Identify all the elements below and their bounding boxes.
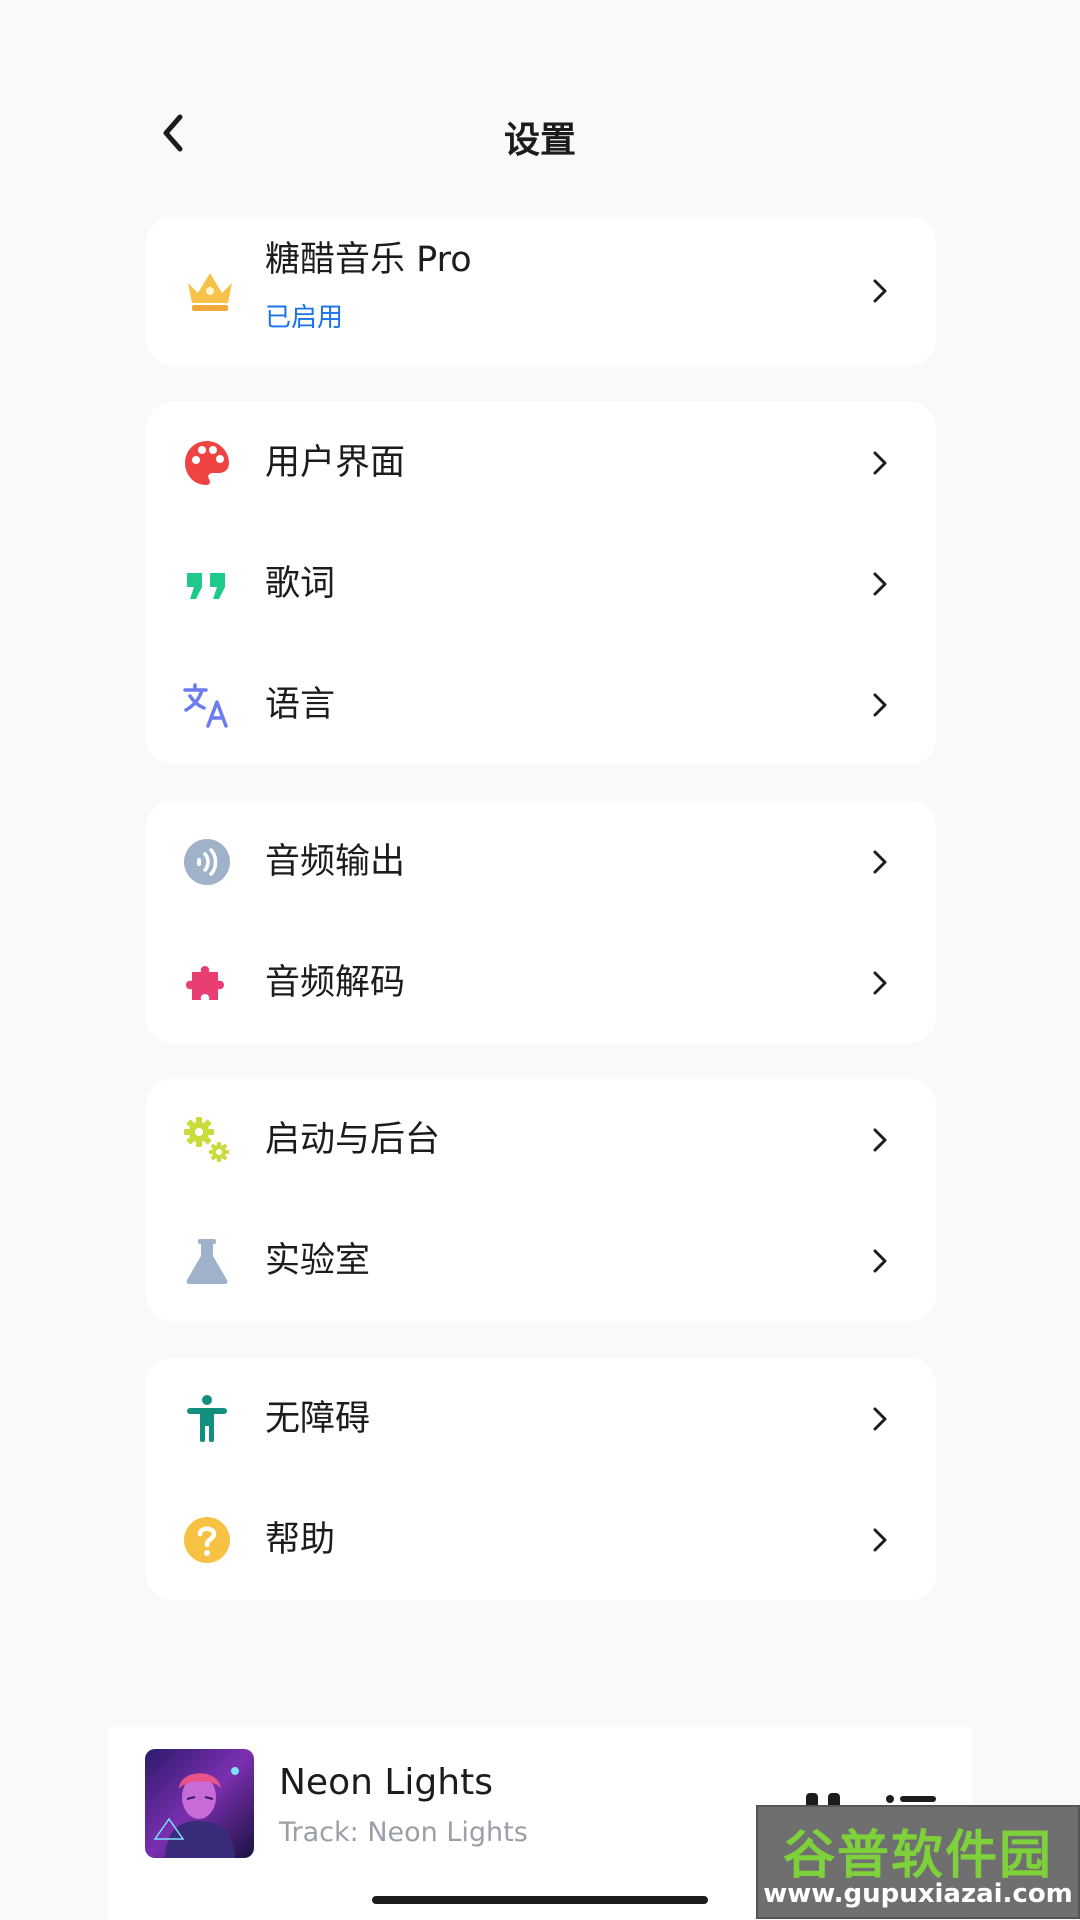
row-label: 歌词 [265, 564, 336, 604]
home-indicator[interactable] [372, 1896, 708, 1904]
chevron-right-icon [869, 449, 891, 477]
chevron-right-icon [869, 969, 891, 997]
row-help[interactable]: 帮助 [146, 1479, 936, 1599]
settings-group-system: 启动与后台 实验室 [146, 1079, 936, 1321]
chevron-right-icon [869, 1247, 891, 1275]
settings-group-audio: 音频输出 音频解码 [146, 801, 936, 1043]
gears-icon [182, 1115, 232, 1165]
settings-group-ui: 用户界面 歌词 语言 [146, 402, 936, 764]
row-audio-decoding[interactable]: 音频解码 [146, 922, 936, 1042]
track-subtitle: Track: Neon Lights [279, 1817, 528, 1848]
row-audio-output[interactable]: 音频输出 [146, 801, 936, 921]
pro-card: 糖醋音乐 Pro 已启用 [146, 217, 936, 365]
row-language[interactable]: 语言 [146, 644, 936, 764]
row-lab[interactable]: 实验室 [146, 1200, 936, 1320]
row-accessibility[interactable]: 无障碍 [146, 1358, 936, 1478]
chevron-right-icon [869, 848, 891, 876]
row-lyrics[interactable]: 歌词 [146, 523, 936, 643]
chevron-right-icon [869, 277, 891, 305]
flask-icon [182, 1236, 232, 1286]
pro-label: 糖醋音乐 Pro [265, 240, 472, 280]
watermark-main: 谷普软件园 [782, 1826, 1053, 1886]
chevron-right-icon [869, 1526, 891, 1554]
track-title: Neon Lights [279, 1762, 493, 1803]
settings-group-support: 无障碍 帮助 [146, 1358, 936, 1600]
header: 设置 [0, 85, 1080, 185]
quote-icon [182, 559, 232, 609]
chevron-right-icon [869, 691, 891, 719]
help-icon [182, 1515, 232, 1565]
palette-icon [182, 438, 232, 488]
crown-icon [182, 263, 238, 319]
row-label: 音频解码 [265, 963, 406, 1003]
pro-row[interactable]: 糖醋音乐 Pro 已启用 [146, 217, 936, 365]
row-label: 用户界面 [265, 443, 406, 483]
row-label: 实验室 [265, 1241, 371, 1281]
row-label: 帮助 [265, 1520, 336, 1560]
translate-icon [182, 680, 232, 730]
chevron-right-icon [869, 1405, 891, 1433]
watermark-url: www.gupuxiazai.com [763, 1879, 1073, 1909]
row-label: 启动与后台 [265, 1120, 441, 1160]
watermark: 谷普软件园 www.gupuxiazai.com [756, 1805, 1080, 1919]
accessibility-icon [182, 1394, 232, 1444]
row-label: 无障碍 [265, 1399, 371, 1439]
audio-output-icon [182, 837, 232, 887]
row-label: 语言 [265, 685, 336, 725]
row-user-interface[interactable]: 用户界面 [146, 402, 936, 522]
row-label: 音频输出 [265, 842, 406, 882]
pro-status: 已启用 [265, 303, 344, 333]
chevron-right-icon [869, 1126, 891, 1154]
puzzle-icon [182, 958, 232, 1008]
chevron-right-icon [869, 570, 891, 598]
album-cover[interactable] [145, 1749, 254, 1858]
row-startup-background[interactable]: 启动与后台 [146, 1079, 936, 1199]
page-title: 设置 [503, 120, 576, 161]
